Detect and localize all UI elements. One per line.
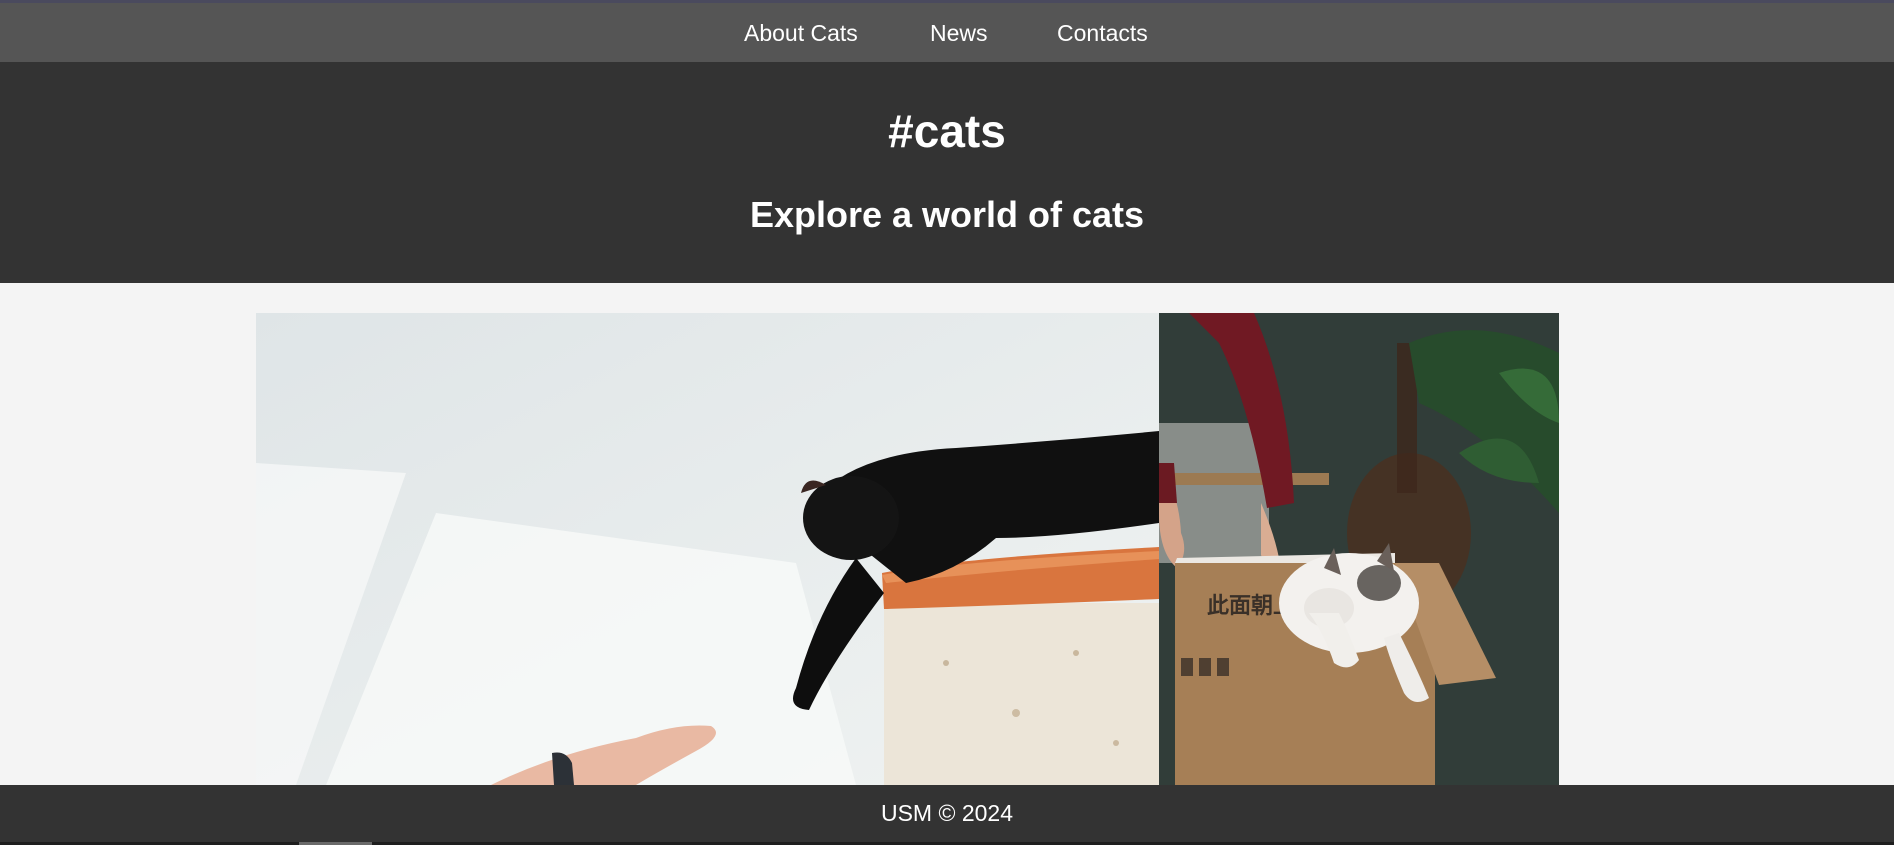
gallery-photo-black-kitten (256, 313, 1159, 785)
page-header: #cats Explore a world of cats (0, 62, 1894, 283)
gallery-photo-cat-in-box: 此面朝上 (1159, 313, 1559, 785)
nav-link-about-cats[interactable]: About Cats (744, 20, 858, 47)
nav-link-news[interactable]: News (930, 20, 988, 47)
site-title: #cats (888, 105, 1006, 157)
cat-gallery: 此面朝上 (256, 313, 1559, 785)
footer-copyright: USM © 2024 (880, 800, 1013, 826)
nav-link-contacts[interactable]: Contacts (1057, 20, 1148, 47)
page-footer: USM © 2024 (0, 785, 1894, 842)
top-navigation: About Cats News Contacts (0, 3, 1894, 62)
site-subtitle: Explore a world of cats (749, 194, 1145, 235)
